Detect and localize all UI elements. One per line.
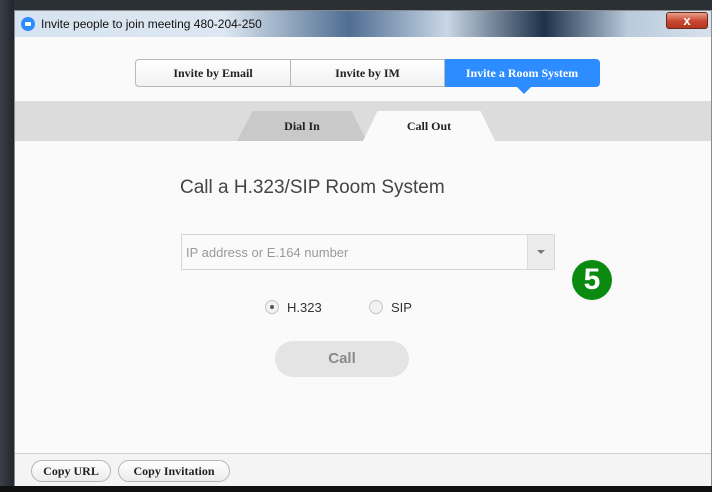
footer-bar: Copy URL Copy Invitation [15,453,711,486]
tab-invite-room-system[interactable]: Invite a Room System [445,59,600,94]
zoom-app-icon [21,17,35,31]
background-bottom-border [0,486,712,492]
radio-option-sip[interactable]: SIP [369,297,412,317]
address-input[interactable]: IP address or E.164 number [181,234,555,270]
call-button[interactable]: Call [275,341,409,377]
radio-option-h323[interactable]: H.323 [265,297,322,317]
copy-url-button[interactable]: Copy URL [31,460,111,482]
invite-dialog-window: Invite people to join meeting 480-204-25… [14,10,712,486]
title-bar[interactable]: Invite people to join meeting 480-204-25… [15,11,711,37]
radio-button-unselected[interactable] [369,300,383,314]
tab-call-out[interactable]: Call Out [363,111,495,141]
chevron-down-icon [537,250,545,254]
sub-tab-bar: Dial In Call Out [15,101,711,141]
address-input-placeholder: IP address or E.164 number [186,245,349,260]
tab-invite-by-im[interactable]: Invite by IM [291,59,445,87]
address-dropdown-button[interactable] [527,235,554,269]
tab-invite-by-email[interactable]: Invite by Email [135,59,291,87]
page-heading: Call a H.323/SIP Room System [180,177,445,198]
radio-label-sip: SIP [391,299,412,315]
background-strip [0,0,14,492]
tab-dial-in[interactable]: Dial In [237,111,367,141]
invite-tabs: Invite by Email Invite by IM Invite a Ro… [135,59,600,94]
radio-label-h323: H.323 [287,299,322,315]
step-number-badge: 5 [572,260,612,300]
close-button[interactable]: x [666,12,708,29]
radio-button-selected[interactable] [265,300,279,314]
window-title: Invite people to join meeting 480-204-25… [41,17,262,31]
copy-invitation-button[interactable]: Copy Invitation [118,460,230,482]
